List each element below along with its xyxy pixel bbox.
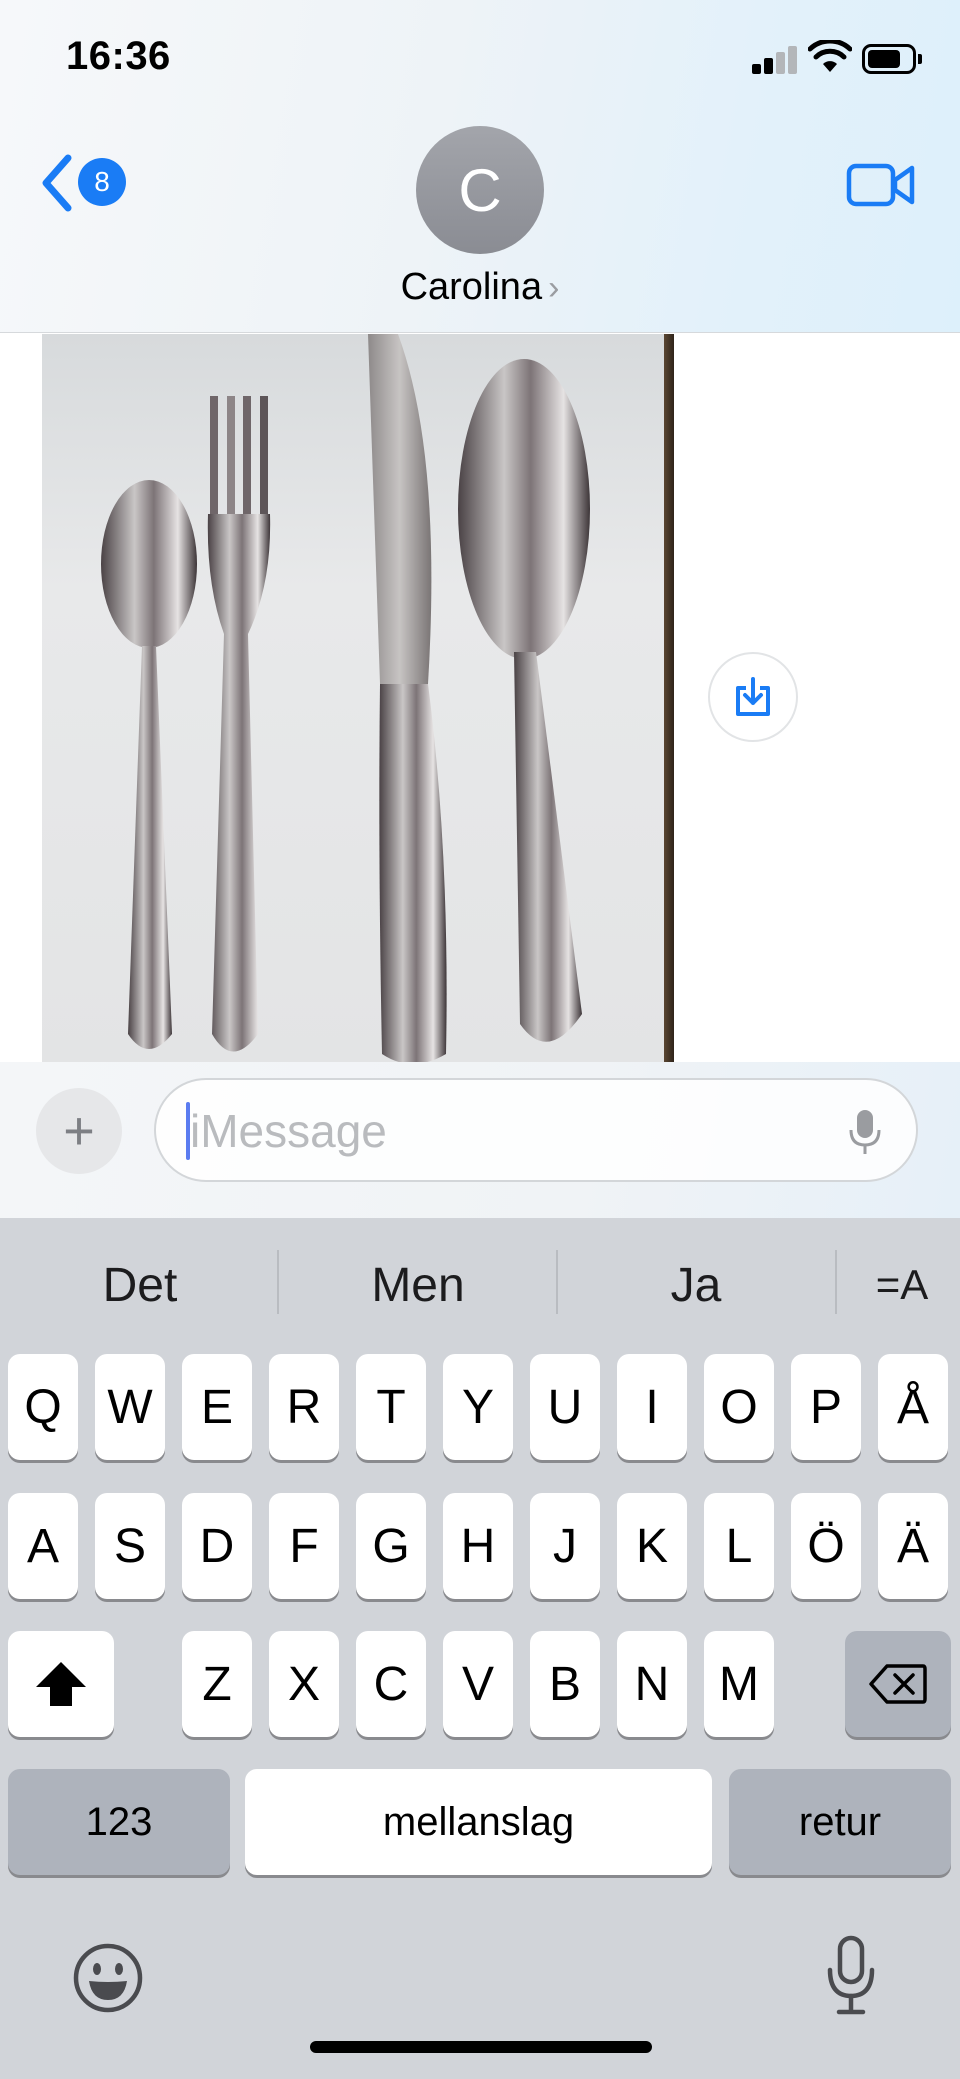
messages-screen: 16:36 8 C Carolina › + iMessage Det Men …	[0, 0, 960, 2079]
key-s[interactable]: S	[95, 1493, 165, 1599]
shift-arrow-icon	[36, 1662, 86, 1706]
dictation-mic-icon[interactable]	[848, 1108, 882, 1156]
key-q[interactable]: Q	[8, 1354, 78, 1460]
key-u[interactable]: U	[530, 1354, 600, 1460]
battery-icon	[862, 44, 922, 74]
imessage-input[interactable]: iMessage	[154, 1078, 918, 1182]
suggestion-2[interactable]: Men	[318, 1250, 518, 1320]
key-o-umlaut[interactable]: Ö	[791, 1493, 861, 1599]
cellular-signal-icon	[752, 44, 798, 74]
input-placeholder: iMessage	[190, 1105, 387, 1157]
save-to-photos-icon	[736, 677, 770, 716]
wifi-icon	[808, 40, 852, 72]
contact-name-button[interactable]: Carolina ›	[0, 266, 960, 309]
suggestion-divider	[556, 1250, 558, 1314]
save-photo-button[interactable]	[708, 652, 798, 742]
photo-edge	[664, 334, 674, 1062]
key-h[interactable]: H	[443, 1493, 513, 1599]
key-l[interactable]: L	[704, 1493, 774, 1599]
key-c[interactable]: C	[356, 1631, 426, 1737]
numbers-key[interactable]: 123	[8, 1769, 230, 1875]
unread-count-badge: 8	[78, 158, 126, 206]
cutlery-photo	[101, 334, 590, 1062]
key-m[interactable]: M	[704, 1631, 774, 1737]
delete-key[interactable]	[845, 1631, 951, 1737]
key-f[interactable]: F	[269, 1493, 339, 1599]
facetime-video-icon[interactable]	[846, 160, 916, 210]
key-w[interactable]: W	[95, 1354, 165, 1460]
chevron-left-icon	[42, 154, 72, 212]
key-b[interactable]: B	[530, 1631, 600, 1737]
key-k[interactable]: K	[617, 1493, 687, 1599]
key-v[interactable]: V	[443, 1631, 513, 1737]
dictation-microphone-icon[interactable]	[826, 1934, 876, 2016]
key-o[interactable]: O	[704, 1354, 774, 1460]
return-key[interactable]: retur	[729, 1769, 951, 1875]
shift-key[interactable]	[8, 1631, 114, 1737]
key-j[interactable]: J	[530, 1493, 600, 1599]
back-button[interactable]: 8	[38, 150, 138, 220]
chevron-right-icon: ›	[548, 269, 560, 307]
key-a-umlaut[interactable]: Ä	[878, 1493, 948, 1599]
key-e[interactable]: E	[182, 1354, 252, 1460]
key-a[interactable]: A	[8, 1493, 78, 1599]
key-p[interactable]: P	[791, 1354, 861, 1460]
photo-message[interactable]	[42, 334, 674, 1062]
key-x[interactable]: X	[269, 1631, 339, 1737]
suggestion-3[interactable]: Ja	[596, 1250, 796, 1320]
space-key[interactable]: mellanslag	[245, 1769, 712, 1875]
suggestion-1[interactable]: Det	[40, 1250, 240, 1320]
key-r[interactable]: R	[269, 1354, 339, 1460]
key-i[interactable]: I	[617, 1354, 687, 1460]
contact-name: Carolina	[400, 266, 543, 308]
suggestion-divider	[277, 1250, 279, 1314]
suggestion-divider	[835, 1250, 837, 1314]
key-d[interactable]: D	[182, 1493, 252, 1599]
home-indicator[interactable]	[310, 2041, 652, 2053]
status-time: 16:36	[66, 34, 171, 78]
key-a-ring[interactable]: Å	[878, 1354, 948, 1460]
conversation-header: 16:36 8 C Carolina ›	[0, 0, 960, 333]
contact-avatar[interactable]: C	[416, 126, 544, 254]
key-n[interactable]: N	[617, 1631, 687, 1737]
delete-backspace-icon	[869, 1664, 927, 1704]
apps-plus-button[interactable]: +	[36, 1088, 122, 1174]
emoji-icon[interactable]	[72, 1942, 144, 2014]
key-g[interactable]: G	[356, 1493, 426, 1599]
key-y[interactable]: Y	[443, 1354, 513, 1460]
text-format-button[interactable]: =A	[862, 1250, 942, 1320]
key-z[interactable]: Z	[182, 1631, 252, 1737]
key-t[interactable]: T	[356, 1354, 426, 1460]
